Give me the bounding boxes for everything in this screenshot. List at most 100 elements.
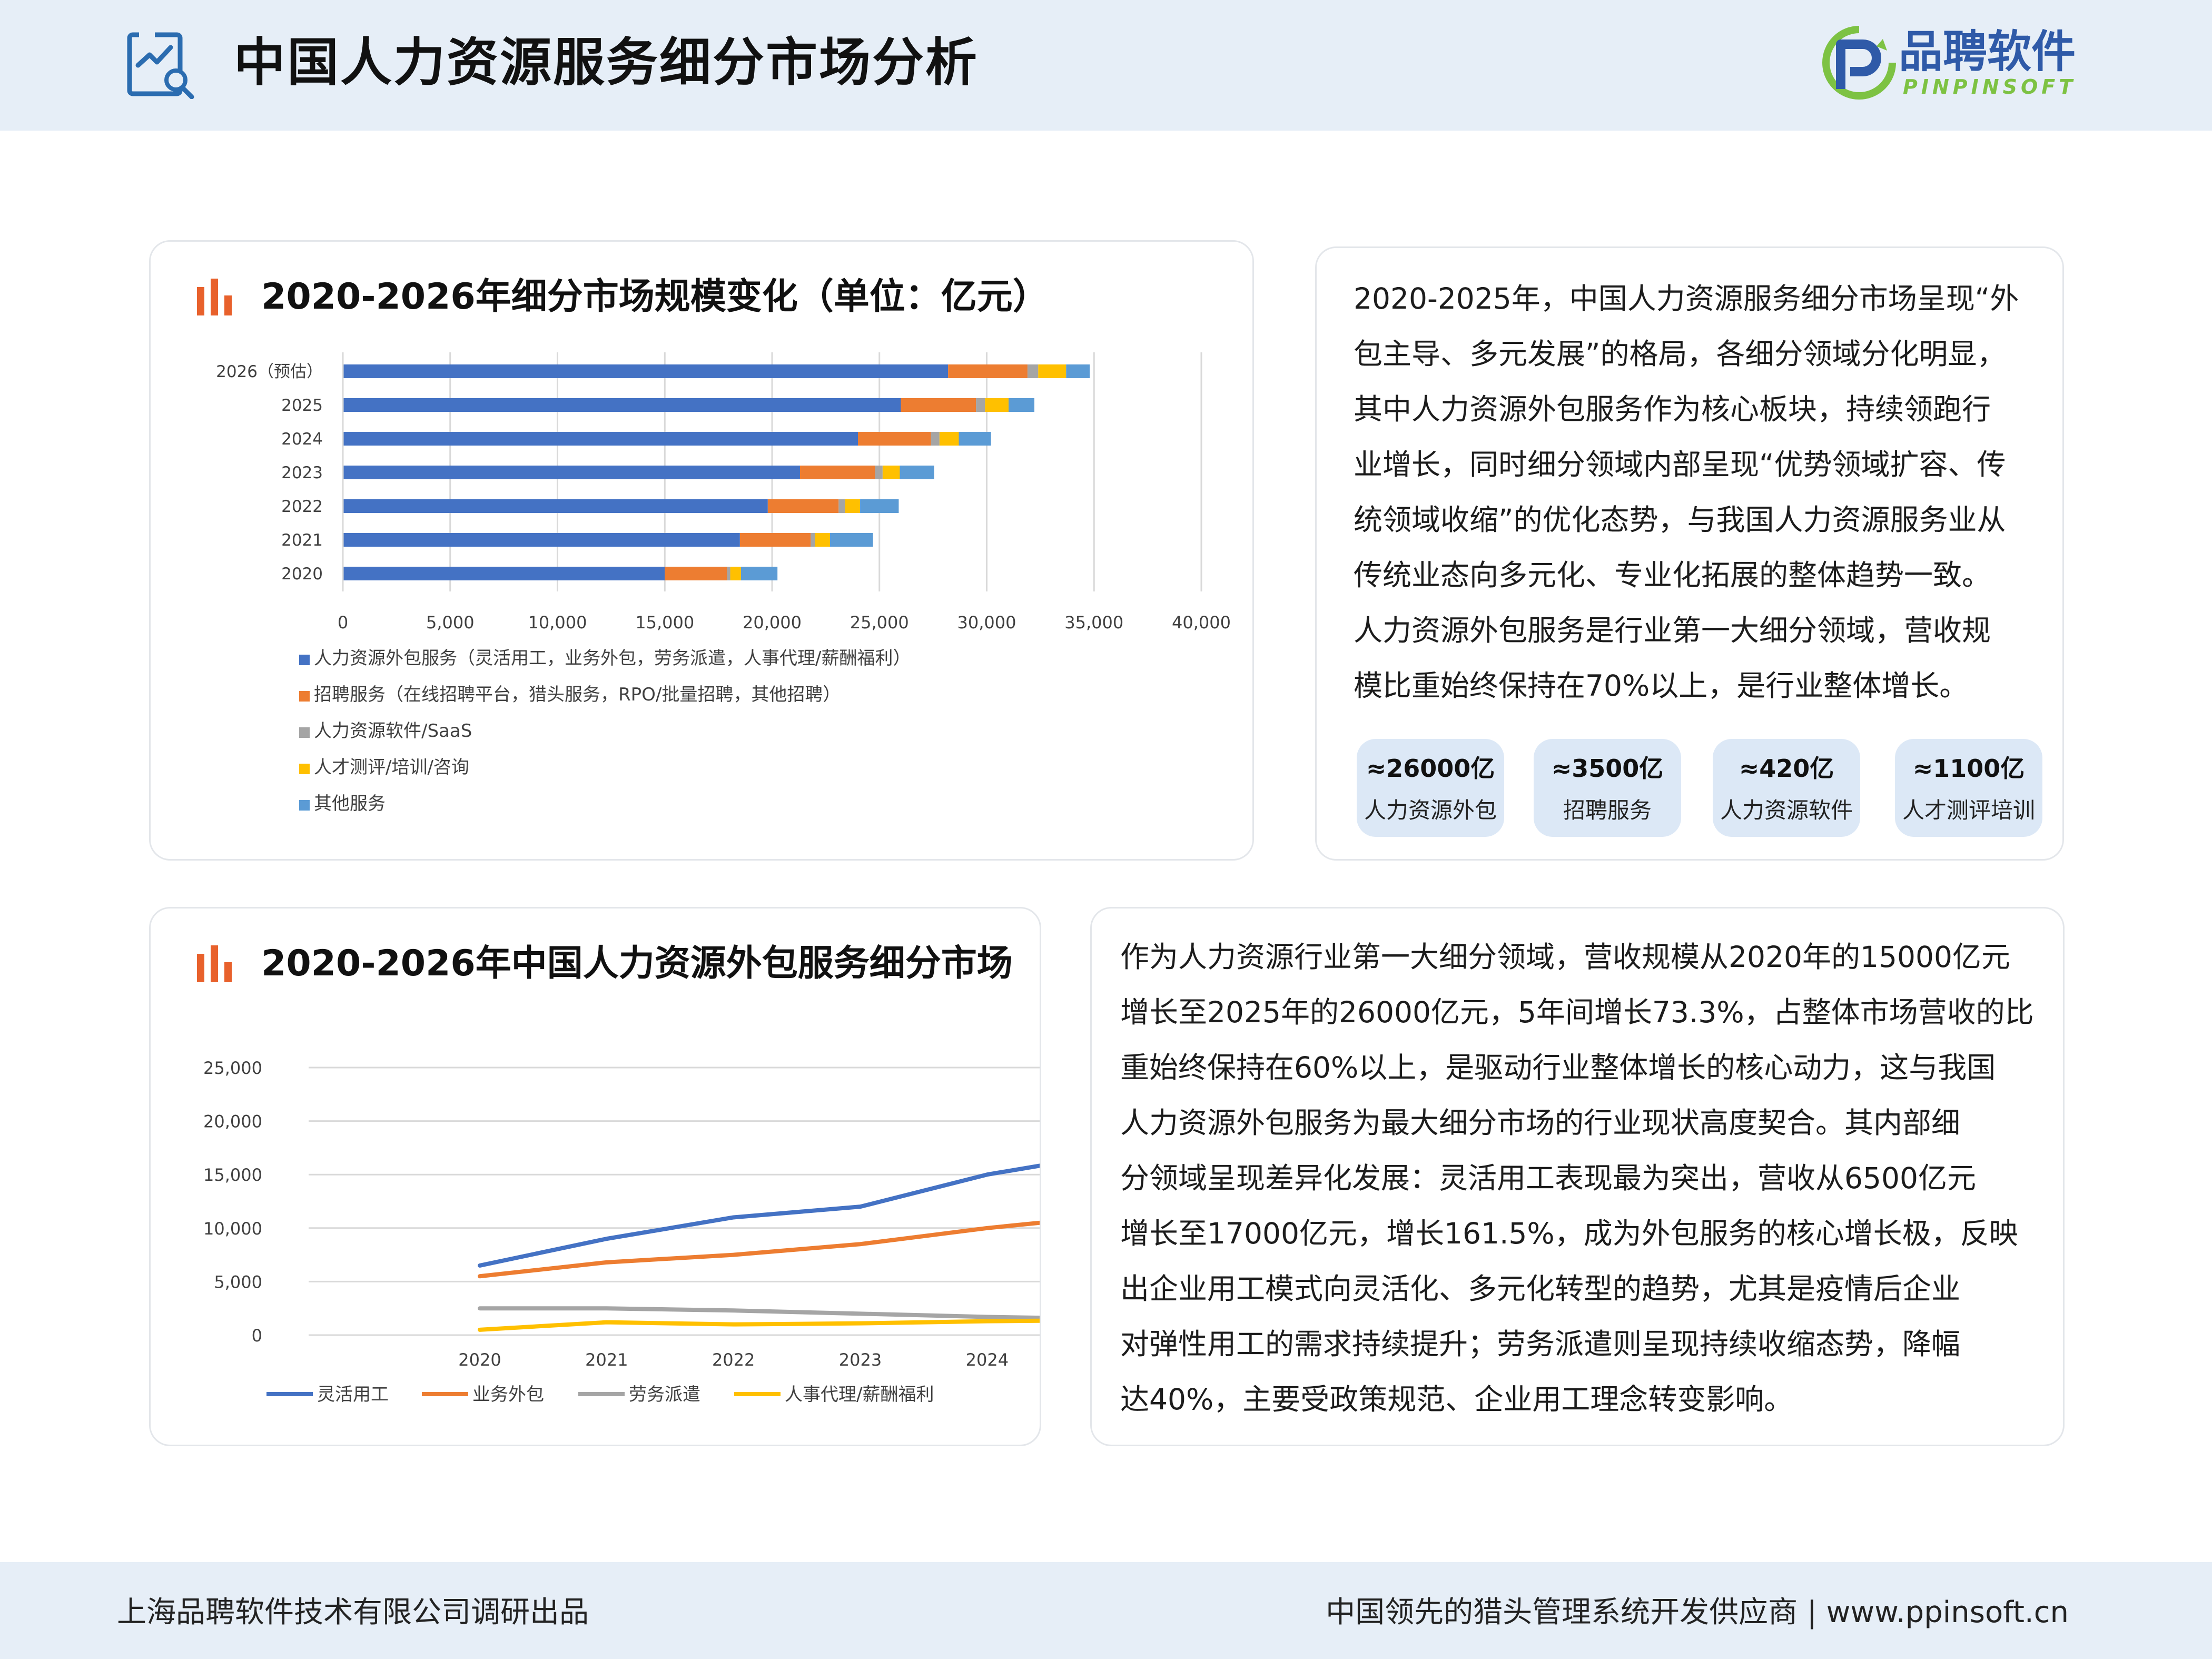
summary-paragraph: 2020-2025年，中国人力资源服务细分市场呈现“外 包主导、多元发展”的格局，… xyxy=(1354,271,2019,714)
bar-chart-card: 2020-2026年细分市场规模变化（单位：亿元） 0 5,000 10,000 15… xyxy=(149,240,1254,861)
x-tick-label: 2023 xyxy=(839,1350,882,1370)
bar-segment xyxy=(1027,364,1039,378)
bar-segment xyxy=(858,432,931,446)
bar-segment xyxy=(665,567,727,580)
page-title: 中国人力资源服务细分市场分析 xyxy=(234,33,979,93)
stat-label: 招聘服务 xyxy=(1563,797,1652,823)
bar-chart-icon xyxy=(197,279,232,315)
brand-logo[interactable]: 品聘软件 PINPINSOFT xyxy=(1820,23,2104,107)
bar-chart-title: 2020-2026年细分市场规模变化（单位：亿元） xyxy=(261,276,1049,318)
series-line xyxy=(478,1220,1040,1279)
x-tick-label: 20,000 xyxy=(743,613,802,633)
bar-segment xyxy=(1066,364,1090,378)
legend-label: 业务外包 xyxy=(472,1384,544,1405)
x-tick-label: 2024 xyxy=(966,1350,1009,1370)
legend-label: 人才测评/培训/咨询 xyxy=(314,757,469,778)
stat-label: 人才测评培训 xyxy=(1902,797,2035,823)
stat-value: ≈3500亿 xyxy=(1551,754,1664,783)
outsourcing-line: 对弹性用工的需求持续提升；劳务派遣则呈现持续收缩态势，降幅 xyxy=(1120,1327,1961,1361)
legend-swatch xyxy=(299,800,310,811)
series-line xyxy=(478,1163,1040,1268)
x-tick-label: 25,000 xyxy=(850,613,909,633)
x-tick-label: 2021 xyxy=(585,1350,628,1370)
bar-segment xyxy=(901,398,976,412)
bar-segment xyxy=(900,466,934,479)
bar-segment xyxy=(767,499,839,513)
legend-swatch xyxy=(299,655,310,665)
stat-value: ≈420亿 xyxy=(1739,754,1834,783)
outsourcing-paragraph: 作为人力资源行业第一大细分领域，营收规模从2020年的15000亿元 增长至202… xyxy=(1120,930,2034,1427)
bar-segment xyxy=(959,432,991,446)
y-tick-label: 2021 xyxy=(281,531,323,550)
y-tick-label: 2026（预估） xyxy=(216,362,323,381)
legend-swatch xyxy=(299,727,310,738)
summary-card: 2020-2025年，中国人力资源服务细分市场呈现“外 包主导、多元发展”的格局，… xyxy=(1315,246,2064,861)
bar-segment xyxy=(343,364,949,378)
bar-segment xyxy=(838,499,845,513)
header-bar: 中国人力资源服务细分市场分析 品聘软件 PINPINSOFT xyxy=(0,0,2212,131)
bar-segment xyxy=(815,533,831,547)
bar-segment xyxy=(343,398,901,412)
bar-segment xyxy=(740,567,778,580)
outsourcing-line: 分领域呈现差异化发展：灵活用工表现最为突出，营收从6500亿元 xyxy=(1120,1161,1976,1195)
stat-card: ≈3500亿 招聘服务 xyxy=(1534,739,1681,837)
bar-segment xyxy=(730,567,741,580)
y-tick-label: 2024 xyxy=(281,430,323,449)
x-tick-label: 30,000 xyxy=(957,613,1016,633)
legend-label: 人事代理/薪酬福利 xyxy=(785,1384,934,1405)
stat-label: 人力资源软件 xyxy=(1720,797,1853,823)
summary-line: 模比重始终保持在70%以上，是行业整体增长。 xyxy=(1354,669,1969,703)
bar-segment xyxy=(976,398,985,412)
y-tick-label: 2020 xyxy=(281,565,323,584)
bar-segment xyxy=(860,499,899,513)
legend-label: 招聘服务（在线招聘平台，猎头服务，RPO/批量招聘，其他招聘） xyxy=(314,684,841,705)
y-tick-label: 2022 xyxy=(281,497,323,516)
series-line xyxy=(478,1306,1040,1320)
outsourcing-line: 作为人力资源行业第一大细分领域，营收规模从2020年的15000亿元 xyxy=(1120,940,2010,974)
summary-line: 统领域收缩”的优化态势，与我国人力资源服务业从 xyxy=(1354,503,2006,537)
summary-line: 包主导、多元发展”的格局，各细分领域分化明显， xyxy=(1354,337,2006,371)
footer-company: 上海品聘软件技术有限公司调研出品 xyxy=(117,1595,589,1630)
bar-segment xyxy=(727,567,730,580)
legend-label: 人力资源软件/SaaS xyxy=(314,720,472,742)
stat-value: ≈1100亿 xyxy=(1912,754,2025,783)
stat-value: ≈26000亿 xyxy=(1366,754,1495,783)
footer-tagline[interactable]: 中国领先的猎头管理系统开发供应商 | www.ppinsoft.cn xyxy=(1326,1592,2069,1634)
legend-label: 其他服务 xyxy=(314,793,386,814)
chart-search-icon xyxy=(127,29,194,99)
bar-segment xyxy=(739,533,811,547)
stat-card: ≈420亿人力资源软件 xyxy=(1713,739,1860,837)
bar-segment xyxy=(1009,398,1034,412)
x-tick-label: 35,000 xyxy=(1064,613,1123,633)
bar-segment xyxy=(875,466,883,479)
legend-swatch xyxy=(299,764,310,774)
outsourcing-line: 达40%，主要受政策规范、企业用工理念转变影响。 xyxy=(1120,1382,1793,1416)
summary-line: 人力资源外包服务是行业第一大细分领域，营收规 xyxy=(1354,614,1991,647)
logo-text: 品聘软件 xyxy=(1899,26,2076,77)
bar-segment xyxy=(948,364,1028,378)
legend-label: 人力资源外包服务（灵活用工，业务外包，劳务派遣，人事代理/薪酬福利） xyxy=(314,648,911,669)
bar-segment xyxy=(343,432,858,446)
y-tick-label: 0 xyxy=(252,1326,262,1346)
x-tick-label: 15,000 xyxy=(635,613,694,633)
y-tick-label: 10,000 xyxy=(203,1219,262,1239)
y-tick-label: 2025 xyxy=(281,396,323,415)
y-tick-label: 20,000 xyxy=(203,1112,262,1132)
summary-line: 传统业态向多元化、专业化拓展的整体趋势一致。 xyxy=(1354,558,1991,592)
outsourcing-card: 作为人力资源行业第一大细分领域，营收规模从2020年的15000亿元 增长至202… xyxy=(1090,907,2065,1446)
logo-subtext: PINPINSOFT xyxy=(1903,75,2077,98)
y-tick-label: 25,000 xyxy=(203,1058,262,1078)
line-chart-card: 2020-2026年中国人力资源外包服务细分市场 0 5,000 10,000 15,… xyxy=(149,907,1041,1446)
bar-segment xyxy=(343,466,800,479)
bar-segment xyxy=(931,432,940,446)
legend-label: 灵活用工 xyxy=(317,1384,389,1405)
series-line xyxy=(478,1318,1040,1332)
bar-segment xyxy=(939,432,959,446)
bar-segment xyxy=(845,499,861,513)
x-tick-label: 2020 xyxy=(458,1350,501,1370)
stat-card: ≈26000亿 人力资源外包 xyxy=(1357,739,1504,837)
stacked-bar-chart: 0 5,000 10,000 15,000 20,000 25,000 30,000 35,0… xyxy=(216,352,1231,814)
legend-label: 劳务派遣 xyxy=(629,1384,700,1405)
bar-segment xyxy=(830,533,873,547)
bar-segment xyxy=(882,466,900,479)
